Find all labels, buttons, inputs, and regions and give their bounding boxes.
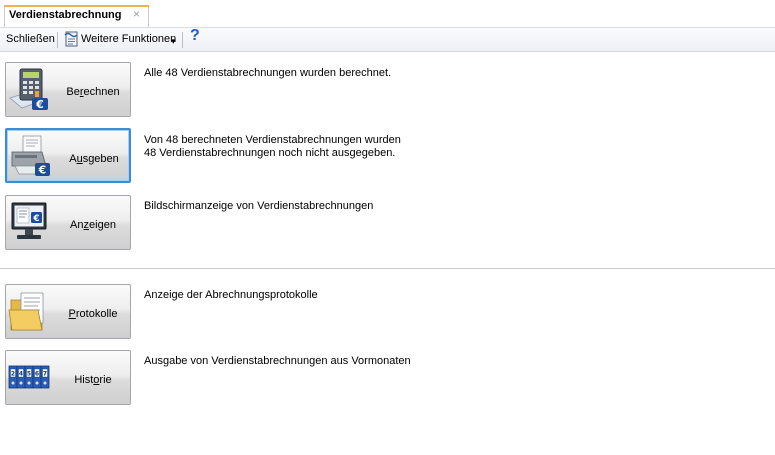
svg-text:6: 6 — [35, 371, 39, 378]
tab-strip: Verdienstabrechnung × — [0, 0, 775, 28]
display-button[interactable]: € Anzeigen — [5, 195, 131, 250]
calculate-button[interactable]: € Berechnen — [5, 62, 131, 117]
svg-text:€: € — [38, 164, 47, 177]
more-functions-button[interactable]: Weitere Funktionen — [81, 32, 176, 46]
svg-text:4: 4 — [19, 371, 23, 378]
chevron-down-icon[interactable]: ▾ — [171, 34, 176, 48]
calculate-button-label: Berechnen — [66, 86, 120, 98]
protocols-description: Anzeige der Abrechnungsprotokolle — [144, 289, 318, 301]
tab-title[interactable]: Verdienstabrechnung — [9, 9, 121, 21]
toolbar-separator — [57, 32, 58, 48]
history-description: Ausgabe von Verdienstabrechnungen aus Vo… — [144, 355, 411, 367]
protocols-button-label: Protokolle — [68, 308, 118, 320]
protocols-button[interactable]: Protokolle — [5, 284, 131, 339]
svg-text:7: 7 — [43, 371, 47, 378]
document-script-icon[interactable] — [63, 31, 80, 51]
binders-icon: 2 4 5 6 7 — [8, 365, 50, 389]
svg-text:5: 5 — [27, 371, 31, 378]
calculate-description: Alle 48 Verdienstabrechnungen wurden ber… — [144, 67, 392, 79]
printer-icon: € — [11, 135, 50, 177]
help-icon[interactable]: ? — [190, 28, 200, 44]
folder-document-icon — [8, 292, 44, 331]
display-description: Bildschirmanzeige von Verdienstabrechnun… — [144, 200, 374, 212]
output-description: Von 48 berechneten Verdienstabrechnungen… — [144, 134, 401, 159]
output-button-label: Ausgeben — [69, 153, 119, 165]
section-divider — [0, 268, 775, 270]
history-button[interactable]: 2 4 5 6 7 Historie — [5, 350, 131, 405]
close-button[interactable]: Schließen — [6, 32, 55, 46]
tab-close-icon[interactable]: × — [133, 8, 140, 20]
svg-text:2: 2 — [11, 371, 15, 378]
svg-text:€: € — [35, 98, 44, 111]
calculator-icon: € — [9, 68, 48, 111]
toolbar: Schließen Weitere Funktionen ▾ ? — [0, 28, 775, 52]
history-button-label: Historie — [74, 374, 112, 386]
toolbar-separator — [182, 32, 183, 48]
output-button[interactable]: € Ausgeben — [5, 128, 131, 183]
tab-active-indicator — [4, 5, 149, 7]
svg-text:€: € — [32, 214, 39, 224]
monitor-icon: € — [11, 202, 47, 239]
display-button-label: Anzeigen — [70, 219, 116, 231]
